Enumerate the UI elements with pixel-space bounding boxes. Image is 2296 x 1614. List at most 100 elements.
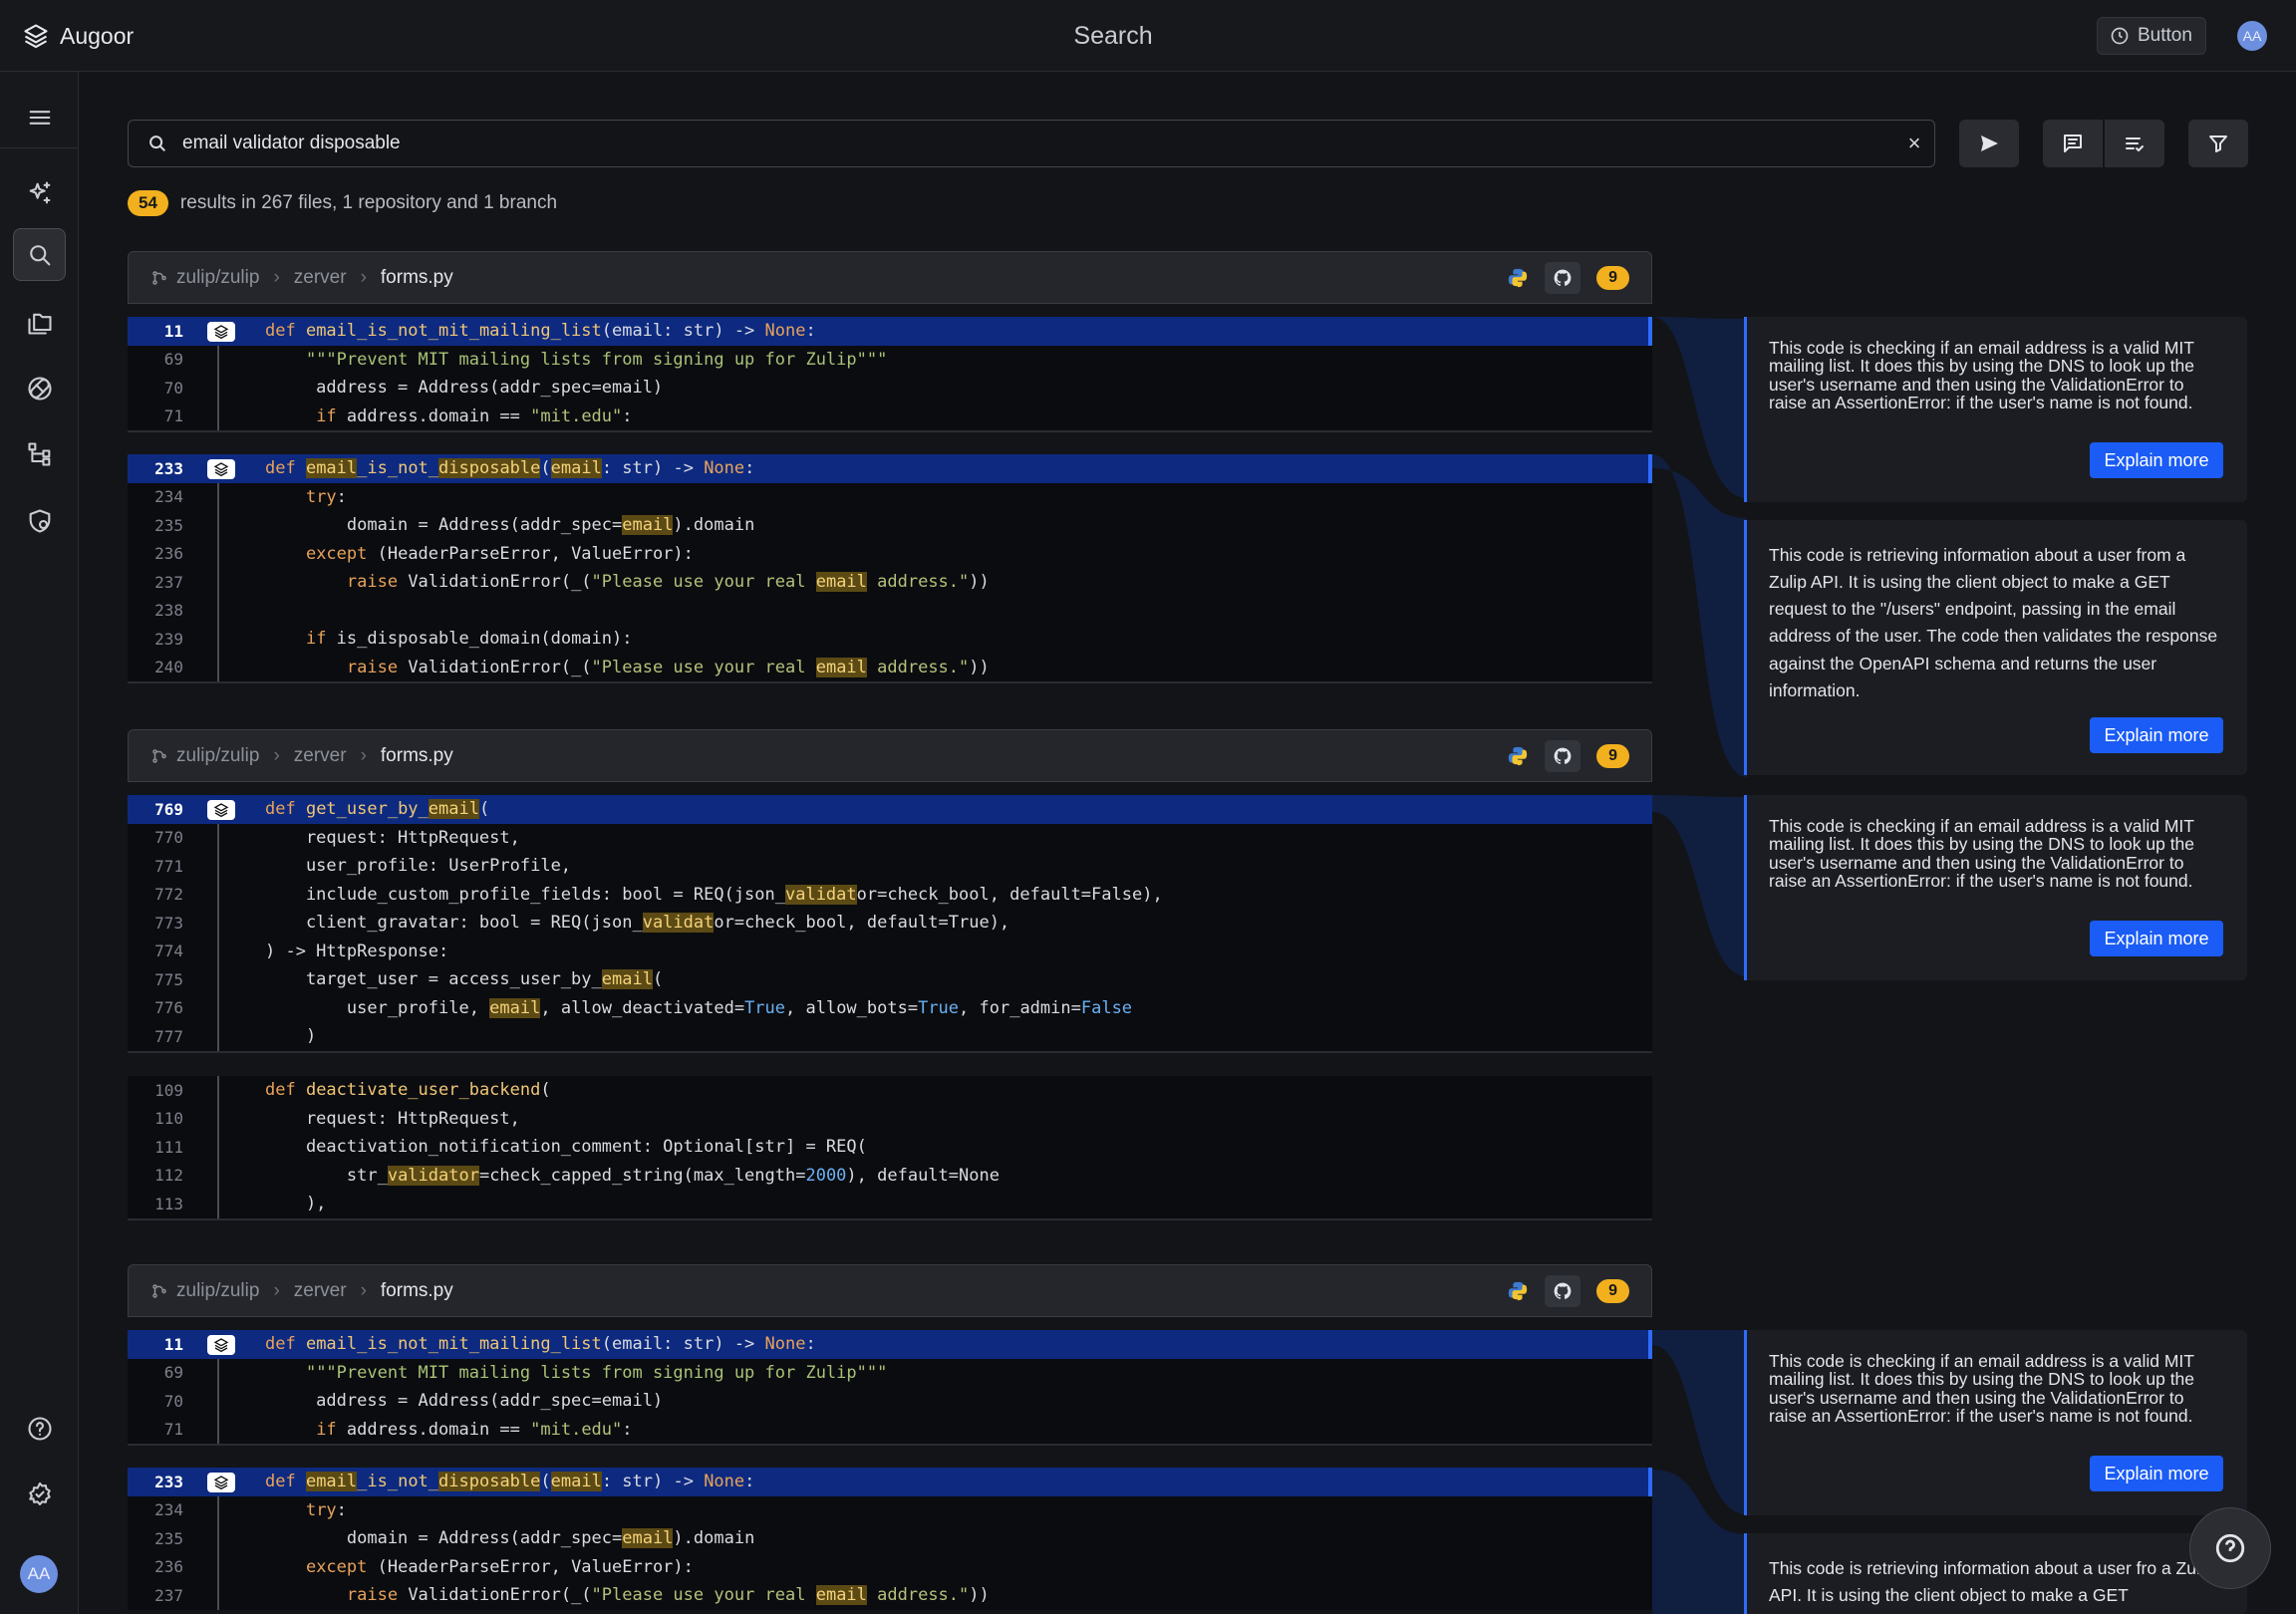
line-number: 71 [163,1420,183,1440]
github-button[interactable] [1545,1274,1581,1307]
list-button[interactable] [2105,120,2164,167]
code-block[interactable]: 11 def email_is_not_mit_mailing_list(emai… [128,1330,1652,1446]
augoor-marker[interactable] [207,800,235,820]
explanation-text: This code is checking if an email addres… [1769,338,2195,413]
augoor-marker-icon [213,1476,229,1490]
line-number: 237 [154,1585,183,1605]
sidebar-item-tree[interactable] [13,427,66,480]
explanation-text: This code is retrieving information abou… [1769,1558,2214,1606]
code-text: str_validator=check_capped_string(max_le… [265,1165,1000,1186]
explanation-panel: This code is retrieving information abou… [1744,1533,2247,1614]
sparkles-icon [29,180,50,203]
code-block[interactable]: 233 def email_is_not_disposable(email: st… [128,454,1652,683]
github-button[interactable] [1545,739,1581,772]
result-card-header: zulip/zulip › zerver › forms.py 9 [128,1264,1652,1317]
code-text: address = Address(addr_spec=email) [265,1391,664,1412]
results-summary: 54 results in 267 files, 1 repository an… [128,190,557,216]
line-number: 69 [163,350,183,370]
breadcrumb: zulip/zulip › zerver › forms.py [150,745,453,767]
augoor-marker[interactable] [207,459,235,479]
augoor-marker[interactable] [207,1335,235,1355]
code-line: 71 if address.domain == "mit.edu": [128,1415,1652,1444]
explain-more-button[interactable]: Explain more [2090,442,2223,478]
code-text: if address.domain == "mit.edu": [316,1419,633,1440]
folder-name[interactable]: zerver [294,745,347,767]
sidebar-item-dependencies[interactable] [13,362,66,414]
line-number: 233 [154,458,183,478]
code-text: domain = Address(addr_spec=email).domain [265,1528,755,1549]
code-line: 234 try: [128,1495,1652,1524]
search-input[interactable] [182,133,1894,154]
explanation-connectors [1652,317,1747,1614]
code-text: deactivation_notification_comment: Optio… [265,1137,867,1158]
line-number: 11 [163,1334,183,1354]
pill-icon [27,376,52,401]
code-line: 238 [128,596,1652,625]
branch-icon [152,1283,166,1298]
menu-button[interactable] [13,91,66,143]
code-line: 70 address = Address(addr_spec=email) [128,1387,1652,1416]
filter-button[interactable] [2188,120,2248,167]
file-name[interactable]: forms.py [381,1280,453,1302]
code-block[interactable]: 769 def get_user_by_email( 770 request: H… [128,795,1652,1053]
explain-more-button[interactable]: Explain more [2090,1456,2223,1491]
line-number: 70 [163,378,183,398]
sidebar-item-files[interactable] [13,296,66,349]
github-button[interactable] [1545,261,1581,294]
code-text: client_gravatar: bool = REQ(json_validat… [265,913,1010,934]
code-text: """Prevent MIT mailing lists from signin… [305,349,888,370]
sidebar-item-security[interactable] [13,494,66,547]
settings-icon [28,1481,51,1505]
repo-name[interactable]: zulip/zulip [176,745,259,767]
repo-name[interactable]: zulip/zulip [176,1280,259,1302]
top-button-label: Button [2138,25,2192,46]
filter-icon [2209,135,2227,152]
code-text: request: HttpRequest, [265,827,520,848]
explain-more-button[interactable]: Explain more [2090,921,2223,956]
code-line: 11 def email_is_not_mit_mailing_list(emai… [128,1330,1652,1359]
sidebar-item-search[interactable] [13,228,66,281]
code-line: 773 client_gravatar: bool = REQ(json_val… [128,909,1652,938]
code-line: 777 ) [128,1022,1652,1051]
folder-name[interactable]: zerver [294,1280,347,1302]
history-button[interactable]: Button [2097,17,2206,55]
sidebar-item-ai[interactable] [13,166,66,219]
send-button[interactable] [1959,120,2019,167]
line-number: 773 [154,913,183,933]
sidebar-avatar[interactable]: AA [20,1555,58,1593]
code-block[interactable]: 11 def email_is_not_mit_mailing_list(emai… [128,317,1652,432]
code-line: 776 user_profile, email, allow_deactivat… [128,993,1652,1022]
augoor-marker-icon [213,462,229,477]
sidebar-item-help[interactable] [13,1402,66,1455]
explanation-panel: This code is checking if an email addres… [1744,1330,2247,1515]
list-check-icon [2126,137,2144,151]
code-block[interactable]: 233 def email_is_not_disposable(email: st… [128,1468,1652,1610]
code-line: 770 request: HttpRequest, [128,823,1652,852]
code-block[interactable]: 109 def deactivate_user_backend( 110 requ… [128,1076,1652,1220]
explain-more-button[interactable]: Explain more [2090,717,2223,753]
code-text: try: [305,1499,347,1520]
code-text: ), [265,1194,327,1214]
augoor-marker[interactable] [207,1473,235,1492]
search-bar: × [128,120,1935,167]
line-number: 113 [154,1194,183,1213]
line-number: 771 [154,856,183,876]
code-line: 771 user_profile: UserProfile, [128,852,1652,881]
explanation-text: This code is checking if an email addres… [1769,1351,2195,1427]
code-text: except (HeaderParseError, ValueError): [305,543,694,564]
file-name[interactable]: forms.py [381,267,453,289]
sidebar-item-settings[interactable] [13,1468,66,1520]
code-line: 235 domain = Address(addr_spec=email).do… [128,511,1652,540]
line-number: 770 [154,828,183,848]
help-fab[interactable] [2189,1507,2271,1589]
explanation-text: This code is checking if an email addres… [1769,816,2195,892]
file-name[interactable]: forms.py [381,745,453,767]
chat-button[interactable] [2043,120,2103,167]
folder-name[interactable]: zerver [294,267,347,289]
code-line: 239 if is_disposable_domain(domain): [128,625,1652,654]
avatar[interactable]: AA [2237,21,2267,51]
clear-icon[interactable]: × [1894,131,1934,156]
augoor-marker[interactable] [207,322,235,342]
code-line: 70 address = Address(addr_spec=email) [128,374,1652,403]
repo-name[interactable]: zulip/zulip [176,267,259,289]
